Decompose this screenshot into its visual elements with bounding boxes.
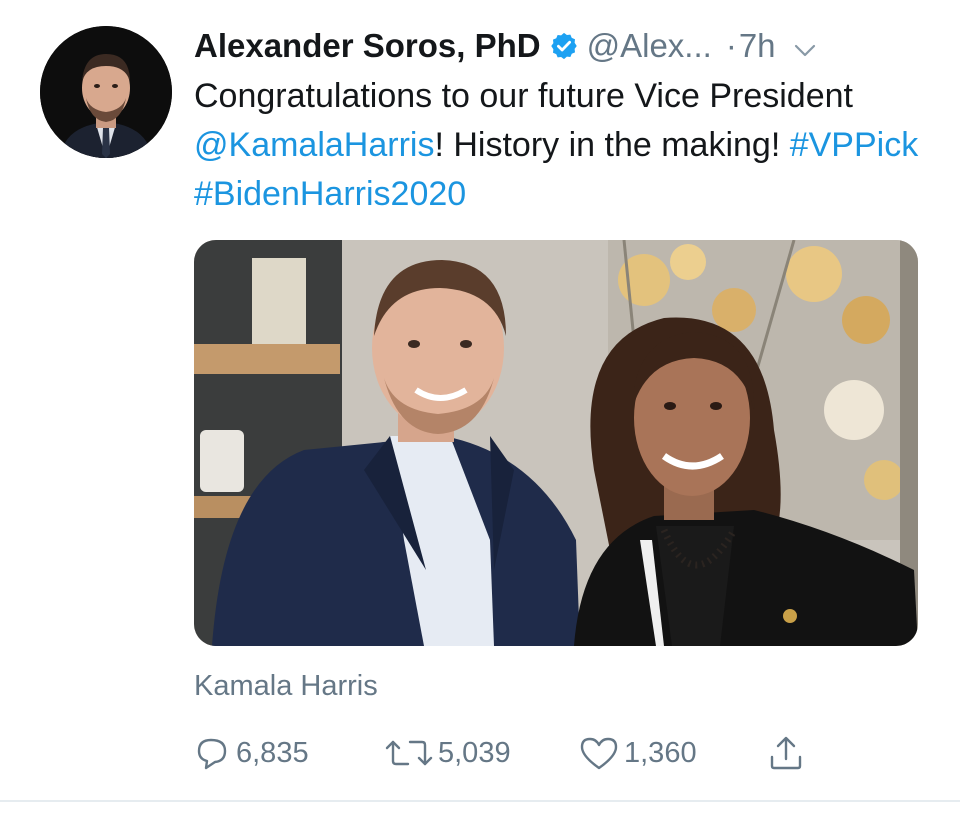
reply-count: 6,835 (236, 736, 309, 769)
divider (0, 800, 960, 802)
share-button[interactable] (766, 728, 806, 778)
avatar[interactable] (40, 26, 172, 158)
heart-icon (578, 734, 620, 772)
tweet-photo[interactable] (194, 240, 918, 646)
tweet[interactable]: Alexander Soros, PhD @Alex... · 7h Congr… (0, 0, 960, 800)
tweet-actions: 6,835 5,039 1,360 (194, 728, 834, 778)
hashtag-link[interactable]: #VPPick (790, 126, 919, 164)
chevron-down-icon[interactable] (792, 33, 818, 59)
reply-icon (194, 734, 232, 772)
like-button[interactable]: 1,360 (578, 728, 697, 778)
retweet-count: 5,039 (438, 736, 511, 769)
hashtag-link[interactable]: #BidenHarris2020 (194, 175, 466, 213)
separator-dot: · (725, 27, 737, 64)
handle[interactable]: @Alex... (587, 27, 712, 65)
display-name[interactable]: Alexander Soros, PhD (194, 27, 541, 65)
share-icon (766, 733, 806, 773)
tweet-text: Congratulations to our future Vice Presi… (194, 72, 934, 219)
verified-badge-icon (549, 31, 579, 61)
retweet-button[interactable]: 5,039 (384, 728, 511, 778)
mention-link[interactable]: @KamalaHarris (194, 126, 434, 164)
retweet-icon (384, 734, 434, 772)
photo-tag[interactable]: Kamala Harris (194, 670, 378, 703)
tweet-text-part: ! History in the making! (434, 126, 790, 164)
like-count: 1,360 (624, 736, 697, 769)
timestamp[interactable]: 7h (739, 27, 776, 65)
tweet-header: Alexander Soros, PhD @Alex... · 7h (194, 24, 818, 68)
tweet-text-part: Congratulations to our future Vice Presi… (194, 77, 853, 115)
reply-button[interactable]: 6,835 (194, 728, 309, 778)
